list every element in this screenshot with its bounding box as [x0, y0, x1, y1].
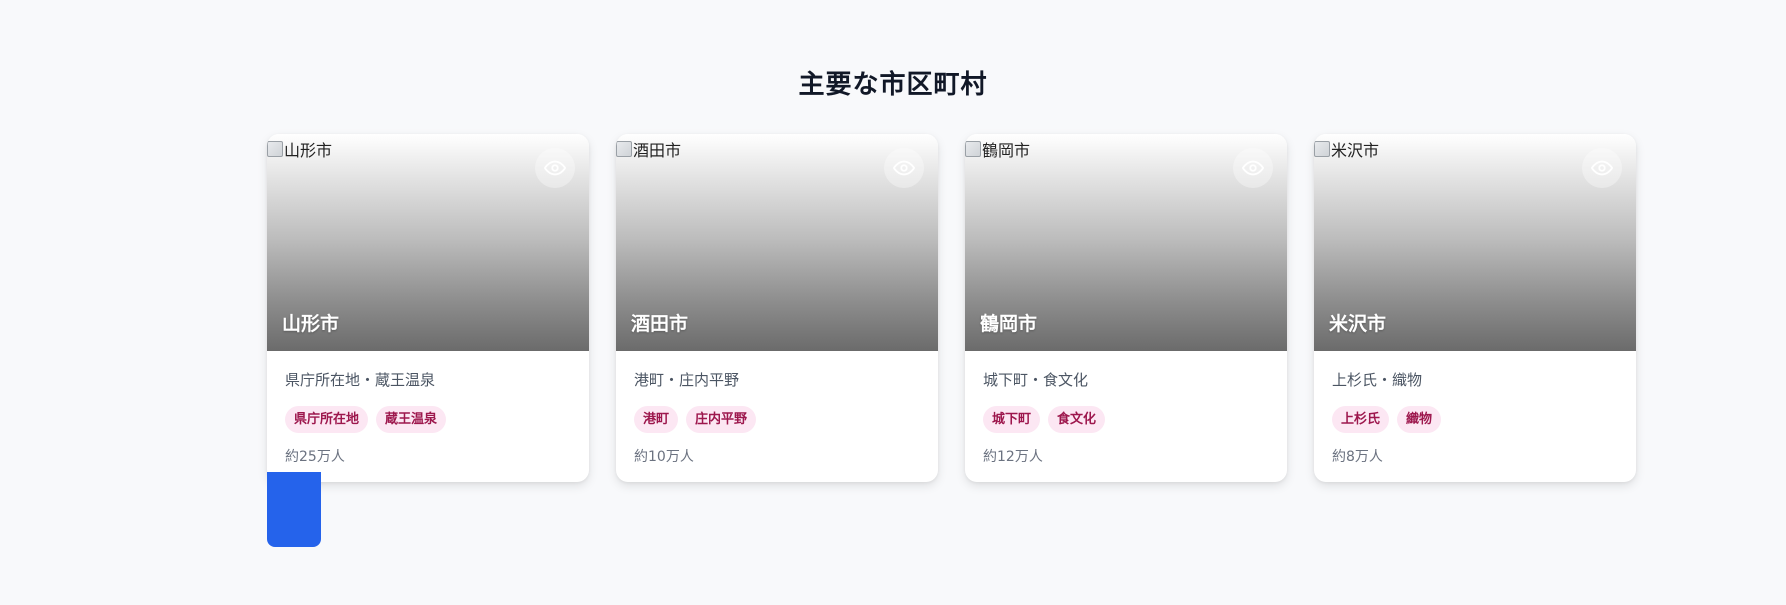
- tag: 食文化: [1048, 406, 1106, 433]
- view-button[interactable]: [1233, 148, 1273, 188]
- card-title: 酒田市: [631, 313, 689, 335]
- more-button[interactable]: [267, 472, 321, 547]
- broken-image-icon: [267, 141, 283, 157]
- municipality-card[interactable]: 酒田市 酒田市 港町・庄内平野 港町 庄内平野 約10万人: [616, 134, 938, 482]
- municipality-card[interactable]: 鶴岡市 鶴岡市 城下町・食文化 城下町 食文化 約12万人: [965, 134, 1287, 482]
- card-description: 城下町・食文化: [983, 371, 1089, 389]
- card-image: 米沢市 米沢市: [1314, 134, 1636, 351]
- section-title: 主要な市区町村: [798, 70, 988, 100]
- image-alt-text: 酒田市: [633, 141, 682, 160]
- card-body: 県庁所在地・蔵王温泉 県庁所在地 蔵王温泉 約25万人: [267, 351, 589, 466]
- card-image: 山形市 山形市: [267, 134, 589, 351]
- view-button[interactable]: [535, 148, 575, 188]
- tag: 港町: [634, 406, 679, 433]
- tag: 織物: [1397, 406, 1442, 433]
- eye-icon: [1591, 160, 1613, 176]
- image-alt-text: 鶴岡市: [982, 141, 1031, 160]
- image-alt-text: 山形市: [284, 141, 333, 160]
- card-title: 鶴岡市: [980, 313, 1038, 335]
- card-image-placeholder: 鶴岡市: [965, 137, 1030, 161]
- card-description: 県庁所在地・蔵王温泉: [285, 371, 436, 389]
- population-text: 約10万人: [634, 449, 694, 465]
- tag-list: 港町 庄内平野: [634, 406, 920, 433]
- card-image: 鶴岡市 鶴岡市: [965, 134, 1287, 351]
- eye-icon: [1242, 160, 1264, 176]
- population-text: 約12万人: [983, 449, 1043, 465]
- tag: 蔵王温泉: [376, 406, 447, 433]
- broken-image-icon: [965, 141, 981, 157]
- card-image-placeholder: 酒田市: [616, 137, 681, 161]
- population-text: 約8万人: [1332, 449, 1383, 465]
- population-text: 約25万人: [285, 449, 345, 465]
- eye-icon: [893, 160, 915, 176]
- tag: 県庁所在地: [285, 406, 369, 433]
- image-alt-text: 米沢市: [1331, 141, 1380, 160]
- card-title: 山形市: [282, 313, 340, 335]
- tag: 上杉氏: [1332, 406, 1390, 433]
- card-body: 港町・庄内平野 港町 庄内平野 約10万人: [616, 351, 938, 466]
- card-title: 米沢市: [1329, 313, 1387, 335]
- broken-image-icon: [616, 141, 632, 157]
- municipality-card-list: 山形市 山形市 県庁所在地・蔵王温泉 県庁所在地 蔵王温泉 約25万人 酒田市: [267, 134, 1636, 482]
- card-body: 上杉氏・織物 上杉氏 織物 約8万人: [1314, 351, 1636, 466]
- card-image: 酒田市 酒田市: [616, 134, 938, 351]
- tag-list: 城下町 食文化: [983, 406, 1269, 433]
- tag-list: 上杉氏 織物: [1332, 406, 1618, 433]
- card-description: 港町・庄内平野: [634, 371, 740, 389]
- eye-icon: [544, 160, 566, 176]
- tag-list: 県庁所在地 蔵王温泉: [285, 406, 571, 433]
- card-image-placeholder: 山形市: [267, 137, 332, 161]
- tag: 城下町: [983, 406, 1041, 433]
- card-image-placeholder: 米沢市: [1314, 137, 1379, 161]
- municipality-card[interactable]: 山形市 山形市 県庁所在地・蔵王温泉 県庁所在地 蔵王温泉 約25万人: [267, 134, 589, 482]
- view-button[interactable]: [884, 148, 924, 188]
- card-description: 上杉氏・織物: [1332, 371, 1423, 389]
- card-body: 城下町・食文化 城下町 食文化 約12万人: [965, 351, 1287, 466]
- broken-image-icon: [1314, 141, 1330, 157]
- view-button[interactable]: [1582, 148, 1622, 188]
- municipality-card[interactable]: 米沢市 米沢市 上杉氏・織物 上杉氏 織物 約8万人: [1314, 134, 1636, 482]
- tag: 庄内平野: [686, 406, 757, 433]
